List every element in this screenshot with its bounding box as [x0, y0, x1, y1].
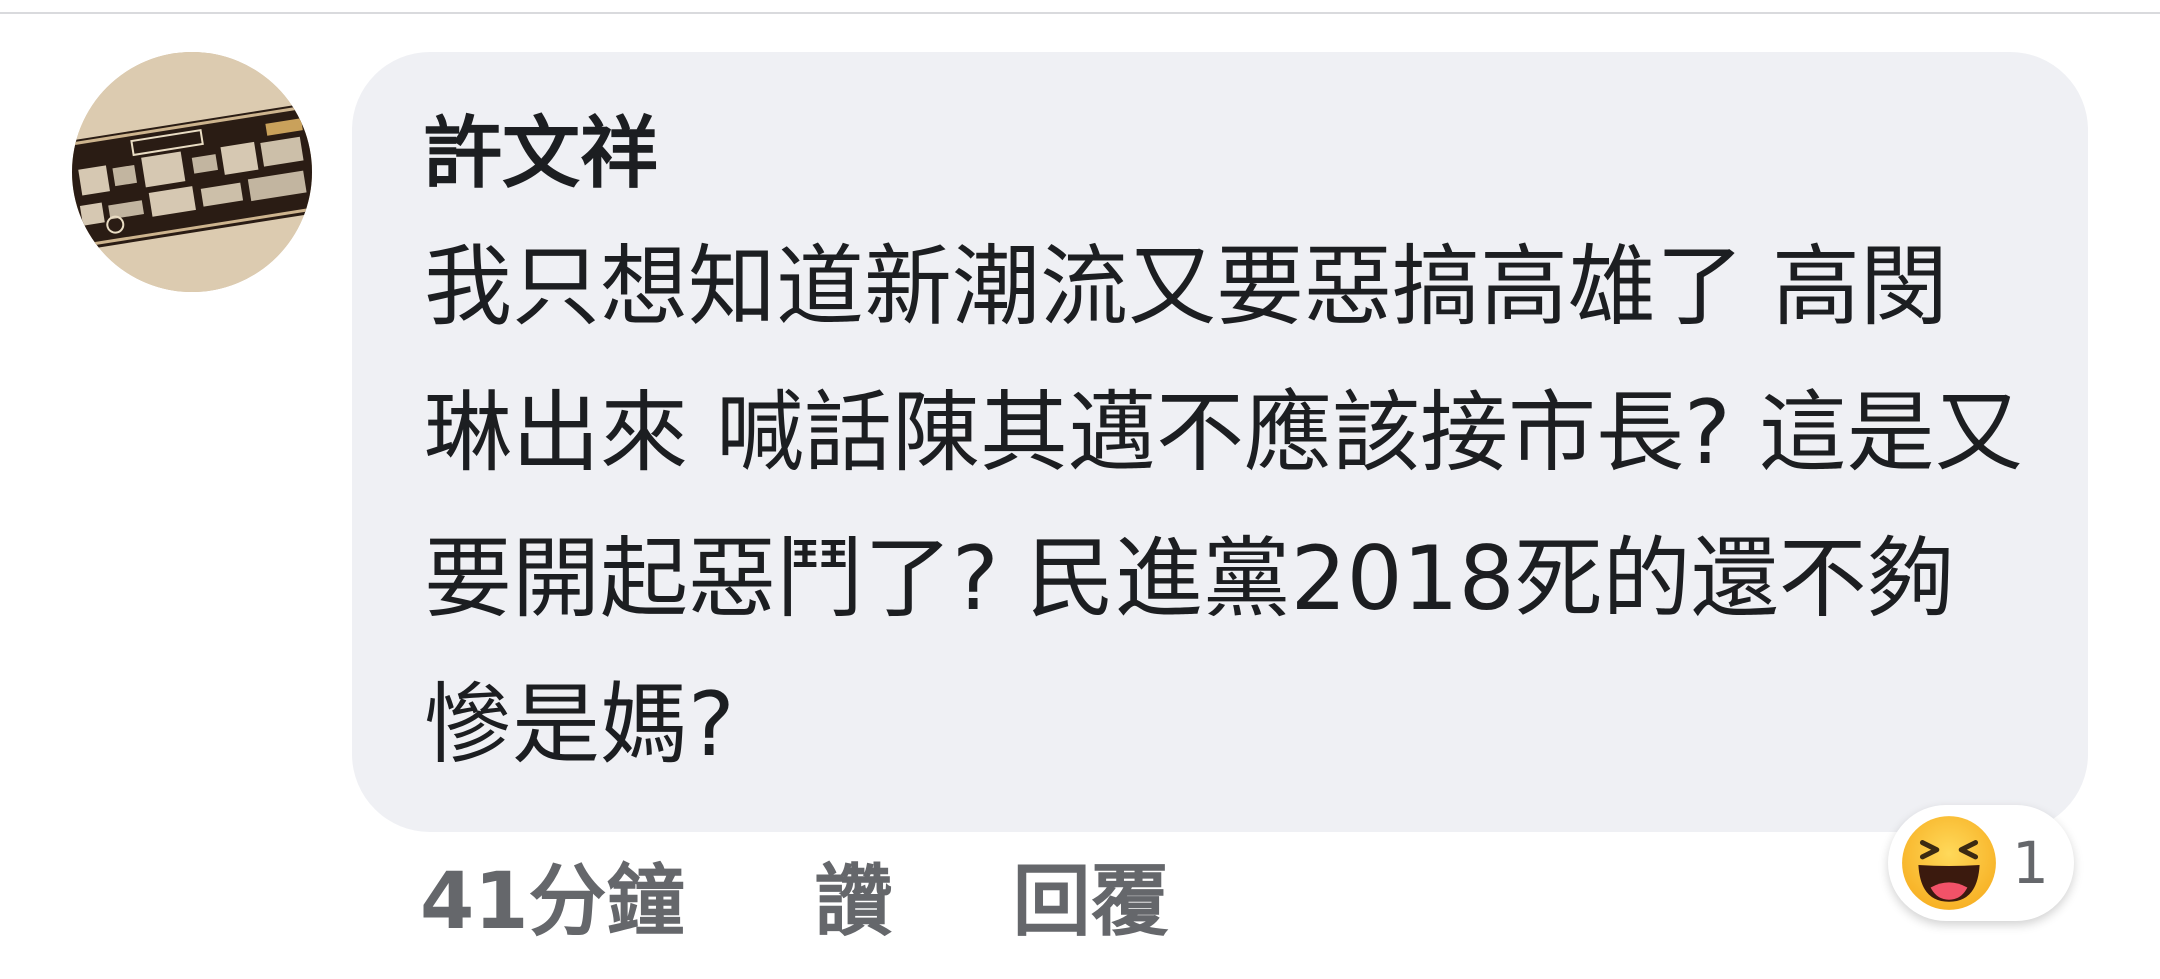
- reply-button[interactable]: 回覆: [1013, 839, 1169, 951]
- comment-timestamp[interactable]: 41分鐘: [420, 839, 685, 951]
- avatar[interactable]: [72, 52, 312, 292]
- reaction-summary[interactable]: 1: [1888, 805, 2074, 921]
- comment: 許文祥 我只想知道新潮流又要惡搞高雄了 高閔琳出來 喊話陳其邁不應該接市長? 這…: [0, 0, 2160, 979]
- comment-actions: 41分鐘 讚 回覆: [420, 845, 1169, 947]
- comment-text: 我只想知道新潮流又要惡搞高雄了 高閔琳出來 喊話陳其邁不應該接市長? 這是又要開…: [424, 235, 2023, 776]
- comment-bubble: 許文祥 我只想知道新潮流又要惡搞高雄了 高閔琳出來 喊話陳其邁不應該接市長? 這…: [352, 52, 2088, 832]
- comment-author[interactable]: 許文祥: [424, 106, 2028, 202]
- avatar-image-icon: [72, 52, 312, 292]
- reaction-count: 1: [2012, 829, 2049, 897]
- haha-emoji-icon: [1902, 816, 1996, 910]
- like-button[interactable]: 讚: [815, 839, 893, 951]
